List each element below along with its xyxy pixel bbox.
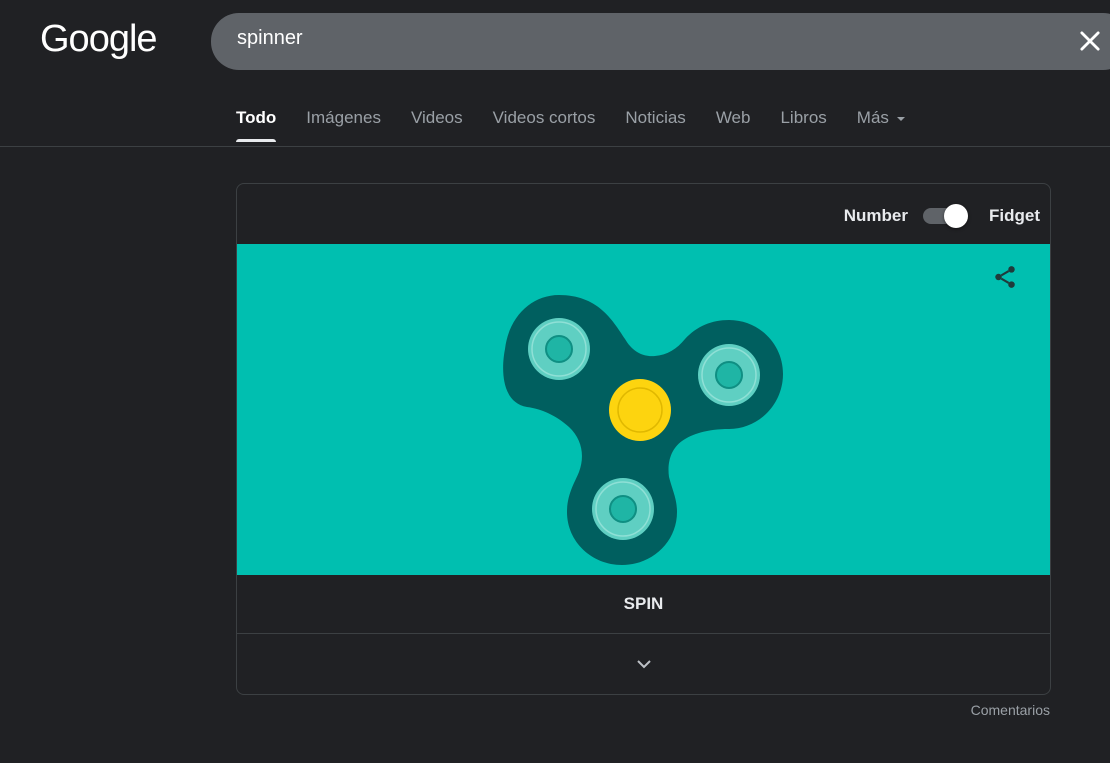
bearing-top-left bbox=[528, 318, 590, 380]
tab-label: Libros bbox=[780, 108, 827, 127]
tab-label: Videos bbox=[410, 108, 463, 127]
toggle-thumb bbox=[944, 204, 968, 228]
tab-imagenes[interactable]: Imágenes bbox=[306, 108, 381, 142]
tab-label: Noticias bbox=[625, 108, 686, 127]
feedback-link[interactable]: Comentarios bbox=[971, 702, 1050, 718]
tabs-divider bbox=[0, 146, 1110, 147]
expand-button[interactable] bbox=[237, 634, 1050, 694]
chevron-down-icon bbox=[636, 660, 651, 669]
spin-label: SPIN bbox=[623, 594, 664, 613]
search-bar[interactable]: spinner bbox=[211, 13, 1110, 70]
tab-label: Todo bbox=[236, 108, 277, 127]
tab-videos-cortos[interactable]: Videos cortos bbox=[493, 108, 596, 142]
search-results-page: Google spinner Todo Imágenes Videos Vide… bbox=[0, 0, 1110, 763]
caret-down-icon bbox=[896, 116, 905, 121]
number-mode-label[interactable]: Number bbox=[844, 206, 908, 226]
share-icon[interactable] bbox=[992, 264, 1018, 290]
tab-label: Más bbox=[856, 108, 889, 127]
tab-libros[interactable]: Libros bbox=[780, 108, 826, 142]
tab-mas[interactable]: Más bbox=[857, 108, 905, 142]
search-input[interactable]: spinner bbox=[237, 27, 303, 50]
fidget-mode-label[interactable]: Fidget bbox=[989, 206, 1040, 226]
bearing-inner bbox=[609, 495, 637, 523]
tab-videos[interactable]: Videos bbox=[411, 108, 463, 142]
close-icon[interactable] bbox=[1076, 27, 1104, 55]
center-cap bbox=[609, 379, 671, 441]
bearing-inner bbox=[715, 361, 743, 389]
spinner-widget: Number Fidget SPIN bbox=[236, 183, 1051, 695]
bearing-bottom bbox=[592, 478, 654, 540]
tab-web[interactable]: Web bbox=[716, 108, 751, 142]
tab-label: Web bbox=[715, 108, 751, 127]
bearing-right bbox=[698, 344, 760, 406]
tab-label: Videos cortos bbox=[492, 108, 596, 127]
tab-label: Imágenes bbox=[306, 108, 381, 127]
tab-noticias[interactable]: Noticias bbox=[625, 108, 685, 142]
tab-todo[interactable]: Todo bbox=[236, 108, 277, 142]
mode-switch-row: Number Fidget bbox=[844, 204, 1040, 228]
bearing-inner bbox=[545, 335, 573, 363]
spinner-stage[interactable] bbox=[237, 244, 1050, 575]
fidget-spinner[interactable] bbox=[237, 244, 1050, 575]
search-tabs: Todo Imágenes Videos Videos cortos Notic… bbox=[236, 108, 935, 142]
spin-button[interactable]: SPIN bbox=[237, 575, 1050, 634]
google-logo[interactable]: Google bbox=[40, 18, 158, 61]
mode-toggle[interactable] bbox=[923, 204, 968, 228]
